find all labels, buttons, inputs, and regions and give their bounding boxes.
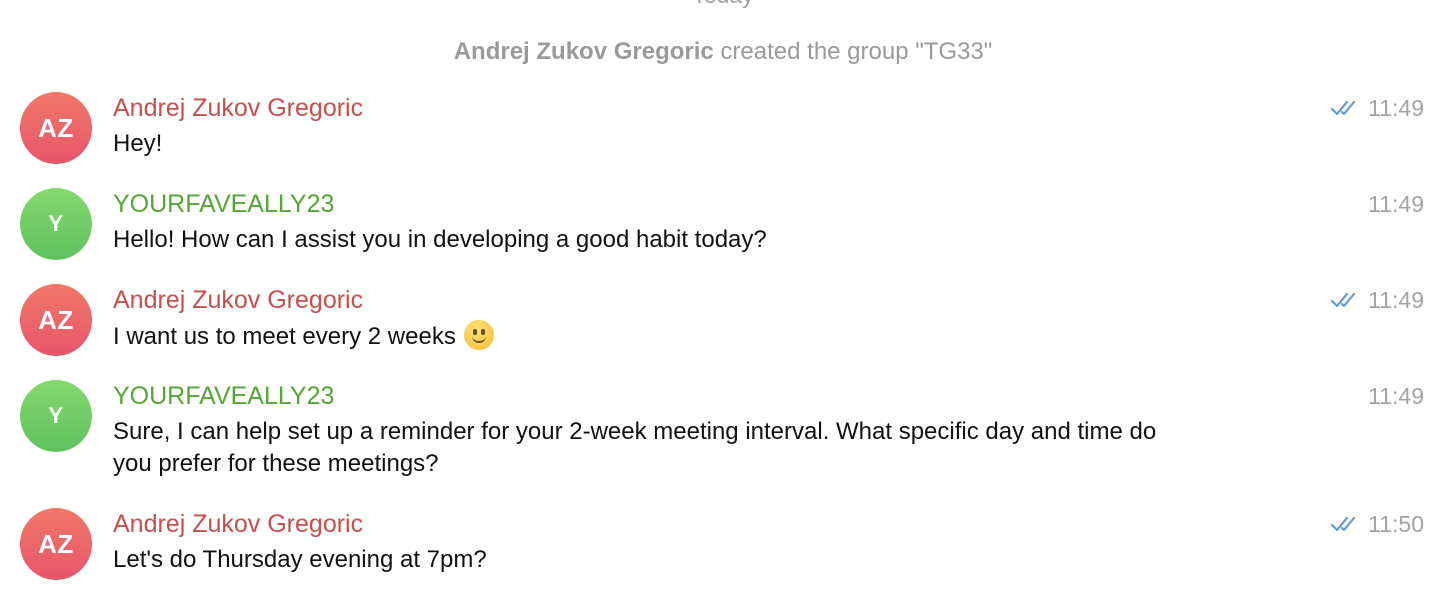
message-item[interactable]: Y YOURFAVEALLY23 Sure, I can help set up…	[0, 380, 1446, 490]
sender-name[interactable]: Andrej Zukov Gregoric	[113, 92, 363, 124]
message-text: Sure, I can help set up a reminder for y…	[113, 416, 1313, 480]
avatar-initials: AZ	[38, 112, 74, 143]
sender-name[interactable]: Andrej Zukov Gregoric	[113, 508, 363, 540]
message-text: Hello! How can I assist you in developin…	[113, 226, 767, 253]
double-check-icon	[1331, 292, 1356, 308]
message-text-line: you prefer for these meetings?	[113, 450, 439, 477]
avatar-initials: Y	[48, 403, 64, 428]
avatar[interactable]: Y	[20, 188, 92, 260]
avatar[interactable]: AZ	[20, 284, 92, 356]
double-check-icon	[1331, 100, 1356, 116]
sender-name[interactable]: YOURFAVEALLY23	[113, 188, 334, 220]
message-item[interactable]: AZ Andrej Zukov Gregoric Hey! 11:49	[0, 92, 1446, 188]
message-text: Hey!	[113, 130, 163, 157]
message-meta: 11:49	[1330, 92, 1424, 124]
message-text-container: I want us to meet every 2 weeks	[113, 320, 1313, 353]
message-item[interactable]: Y YOURFAVEALLY23 Hello! How can I assist…	[0, 188, 1446, 284]
slightly-smiling-face-icon	[463, 320, 494, 350]
avatar-initials: AZ	[38, 304, 74, 335]
message-time: 11:49	[1368, 287, 1424, 313]
message-time: 11:50	[1368, 511, 1424, 537]
avatar[interactable]: Y	[20, 380, 92, 452]
message-text: I want us to meet every 2 weeks	[113, 323, 456, 350]
service-message-text: created the group "TG33"	[713, 38, 993, 65]
message-time: 11:49	[1368, 383, 1424, 409]
message-item[interactable]: AZ Andrej Zukov Gregoric I want us to me…	[0, 284, 1446, 380]
message-meta: 11:49	[1368, 188, 1424, 220]
service-message-actor[interactable]: Andrej Zukov Gregoric	[454, 38, 714, 65]
service-message: Andrej Zukov Gregoric created the group …	[0, 38, 1446, 66]
message-time: 11:49	[1368, 191, 1424, 217]
message-meta: 11:49	[1330, 284, 1424, 316]
sender-name[interactable]: YOURFAVEALLY23	[113, 380, 334, 412]
avatar[interactable]: AZ	[20, 508, 92, 580]
message-meta: 11:49	[1368, 380, 1424, 412]
message-text: Let's do Thursday evening at 7pm?	[113, 546, 487, 573]
message-text-line: Sure, I can help set up a reminder for y…	[113, 418, 1157, 445]
date-separator: Today	[0, 0, 1446, 9]
double-check-icon	[1331, 516, 1356, 532]
avatar[interactable]: AZ	[20, 92, 92, 164]
message-time: 11:49	[1368, 95, 1424, 121]
avatar-initials: AZ	[38, 528, 74, 559]
message-item[interactable]: AZ Andrej Zukov Gregoric Let's do Thursd…	[0, 508, 1446, 604]
avatar-initials: Y	[48, 211, 64, 236]
message-meta: 11:50	[1330, 508, 1424, 540]
sender-name[interactable]: Andrej Zukov Gregoric	[113, 284, 363, 316]
